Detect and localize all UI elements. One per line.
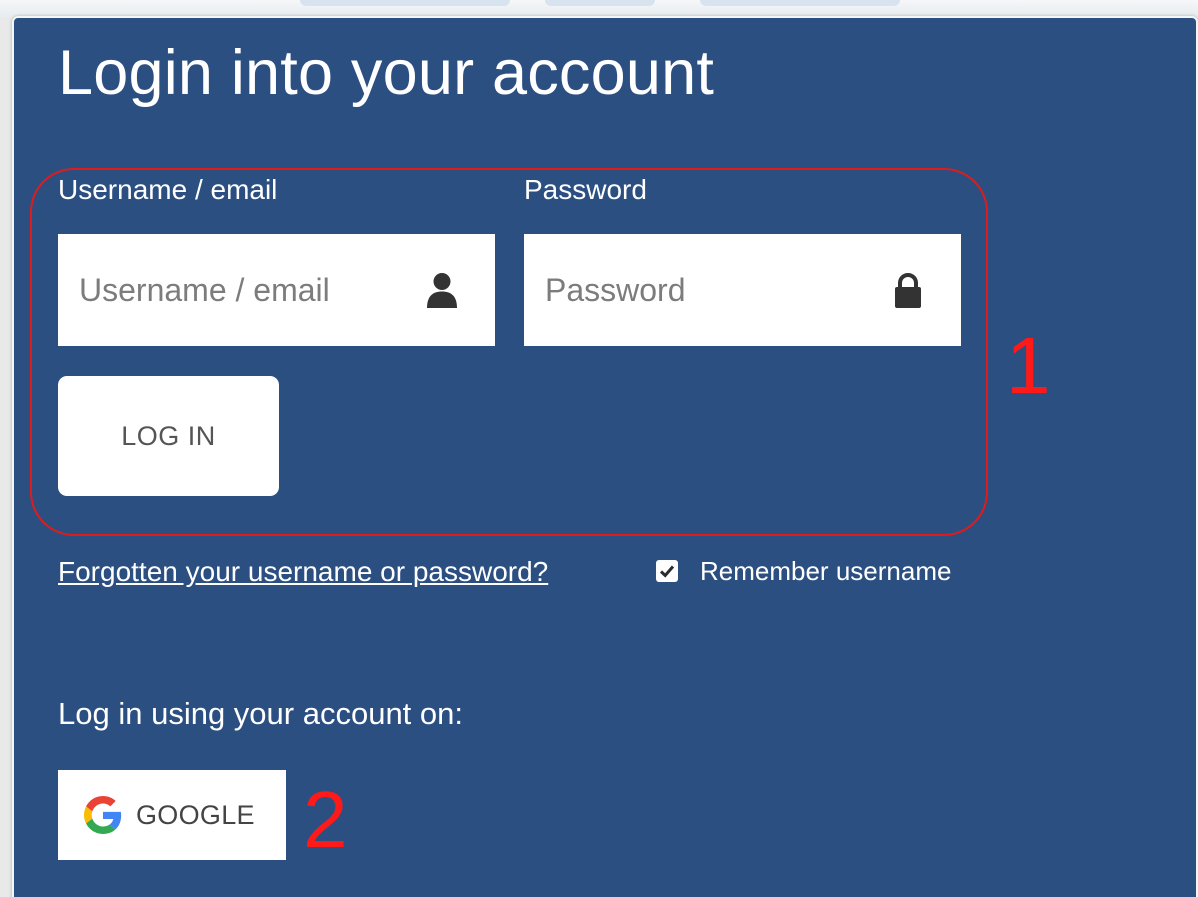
screenshot-stage: Login into your account Username / email…: [0, 0, 1198, 897]
forgot-credentials-link[interactable]: Forgotten your username or password?: [58, 556, 548, 588]
remember-username: Remember username: [656, 556, 951, 586]
remember-username-checkbox[interactable]: [656, 560, 678, 582]
remember-username-label: Remember username: [700, 555, 952, 586]
google-login-button[interactable]: GOOGLE: [58, 770, 286, 860]
background-blur: [300, 0, 510, 6]
google-login-label: GOOGLE: [136, 799, 255, 830]
annotation-marker-2: 2: [303, 775, 348, 864]
annotation-marker-1: 1: [1006, 321, 1051, 410]
external-login-label: Log in using your account on:: [58, 696, 463, 731]
page-title: Login into your account: [58, 38, 715, 108]
google-g-icon: [84, 796, 122, 834]
annotation-highlight-1: [30, 168, 988, 536]
background-blur: [545, 0, 655, 6]
background-blur: [700, 0, 900, 6]
checkmark-icon: [659, 565, 675, 578]
